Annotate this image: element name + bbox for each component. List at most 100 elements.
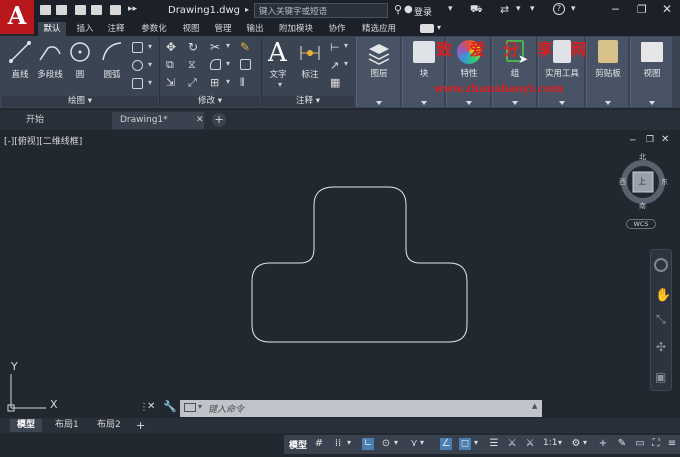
- command-expand-icon[interactable]: ▲: [532, 402, 537, 410]
- zoom-extents-icon[interactable]: ⤡: [656, 312, 666, 327]
- explode-icon[interactable]: [240, 59, 251, 70]
- a360-icon[interactable]: ⇄: [500, 3, 509, 16]
- tab-parametric[interactable]: 参数化: [135, 22, 173, 36]
- viewcube-south[interactable]: 南: [639, 201, 646, 211]
- video-icon[interactable]: [420, 24, 434, 33]
- search-input[interactable]: 键入关键字或短语: [254, 3, 388, 18]
- user-icon[interactable]: ●: [404, 4, 413, 15]
- rotate-icon[interactable]: ↻: [188, 40, 198, 54]
- command-history-icon[interactable]: [184, 403, 196, 412]
- gradient-icon[interactable]: [132, 78, 143, 89]
- customize-menu-icon[interactable]: ≡: [666, 438, 678, 450]
- add-layout-button[interactable]: +: [136, 419, 145, 432]
- text-dropdown-icon[interactable]: ▾: [278, 80, 282, 89]
- fillet-icon[interactable]: [210, 59, 221, 70]
- more-icon[interactable]: ▸▸: [128, 4, 137, 14]
- scale-dropdown-icon[interactable]: ▾: [558, 438, 562, 447]
- clipboard-button[interactable]: 剪贴板: [586, 37, 628, 107]
- viewcube-west[interactable]: 西: [619, 177, 626, 187]
- line-tool-icon[interactable]: [8, 40, 32, 64]
- grid-icon[interactable]: #: [313, 438, 325, 450]
- offset-icon[interactable]: ⫴: [240, 76, 245, 90]
- circle-tool-icon[interactable]: [68, 40, 92, 64]
- mirror-icon[interactable]: ⧖: [188, 58, 196, 72]
- help-dropdown-icon[interactable]: ▾: [571, 4, 576, 14]
- tab-start[interactable]: 开始: [18, 112, 110, 129]
- viewcube-east[interactable]: 东: [661, 177, 668, 187]
- clean-screen-icon[interactable]: ⛶: [650, 438, 662, 450]
- linear-dim-dropdown-icon[interactable]: ▾: [344, 41, 348, 50]
- save-icon[interactable]: [75, 5, 86, 15]
- object-snap-dropdown-icon[interactable]: ▾: [474, 438, 478, 447]
- help-icon[interactable]: ?: [553, 3, 565, 15]
- tab-model[interactable]: 模型: [10, 419, 43, 432]
- tab-close-icon[interactable]: ✕: [196, 112, 204, 129]
- hardware-acceleration-icon[interactable]: ▭: [634, 438, 646, 450]
- tab-layout2[interactable]: 布局2: [90, 419, 128, 432]
- tab-addins[interactable]: 附加模块: [274, 22, 318, 36]
- leader-icon[interactable]: ↗: [330, 59, 339, 72]
- object-snap-icon[interactable]: ◻: [459, 438, 471, 450]
- erase-icon[interactable]: ✎: [240, 40, 250, 54]
- text-tool-icon[interactable]: A: [268, 38, 287, 68]
- hatch-dropdown-icon[interactable]: ▾: [148, 60, 152, 69]
- workspace-dropdown-icon[interactable]: ▾: [583, 438, 587, 447]
- steering-wheel-icon[interactable]: [654, 258, 668, 272]
- tab-featured-apps[interactable]: 精选应用: [356, 22, 402, 36]
- dropdown-icon-2[interactable]: ▾: [530, 4, 535, 14]
- dimension-tool-icon[interactable]: [298, 42, 322, 64]
- lineweight-icon[interactable]: ☰: [488, 438, 500, 450]
- orbit-icon[interactable]: ✣: [656, 340, 666, 354]
- command-history-dropdown-icon[interactable]: ▾: [198, 402, 202, 411]
- restore-icon[interactable]: ❐: [637, 3, 647, 16]
- rectangle-dropdown-icon[interactable]: ▾: [148, 42, 152, 51]
- viewcube-north[interactable]: 北: [639, 152, 646, 162]
- annotation-scale[interactable]: 1:1: [543, 438, 557, 448]
- array-dropdown-icon[interactable]: ▾: [226, 77, 230, 86]
- tab-default[interactable]: 默认: [38, 22, 66, 36]
- rectangle-icon[interactable]: [132, 42, 143, 53]
- move-icon[interactable]: ✥: [166, 40, 176, 54]
- draw-panel-title[interactable]: 绘图 ▾: [2, 96, 158, 107]
- snap-icon[interactable]: ⁞⁞: [332, 438, 344, 450]
- command-input[interactable]: 键入命令: [180, 400, 542, 417]
- login-dropdown-icon[interactable]: ▾: [448, 4, 453, 14]
- fillet-dropdown-icon[interactable]: ▾: [226, 59, 230, 68]
- polar-icon[interactable]: ⊙: [380, 438, 392, 450]
- new-tab-button[interactable]: +: [212, 113, 226, 127]
- workspace-gear-icon[interactable]: ⚙: [570, 438, 582, 450]
- circle-tool-label[interactable]: 圆: [70, 68, 90, 80]
- polyline-tool-label[interactable]: 多段线: [34, 68, 66, 80]
- print-icon[interactable]: [110, 5, 121, 15]
- stretch-icon[interactable]: ⇲: [166, 76, 175, 89]
- copy-icon[interactable]: ⧉: [166, 58, 174, 72]
- array-icon[interactable]: ⊞: [210, 76, 219, 89]
- tab-annotate[interactable]: 注释: [103, 22, 129, 36]
- tab-view[interactable]: 视图: [178, 22, 204, 36]
- pan-icon[interactable]: ✋: [655, 288, 671, 303]
- ortho-icon[interactable]: ∟: [362, 438, 374, 450]
- binoculars-icon[interactable]: ⚲: [394, 3, 402, 16]
- isodraft-dropdown-icon[interactable]: ▾: [420, 438, 424, 447]
- isodraft-icon[interactable]: ⋎: [408, 438, 420, 450]
- gradient-dropdown-icon[interactable]: ▾: [148, 78, 152, 87]
- view-button[interactable]: 视图: [630, 37, 672, 107]
- model-space-toggle[interactable]: 模型: [289, 438, 307, 451]
- minimize-icon[interactable]: ─: [612, 3, 619, 16]
- new-file-icon[interactable]: [40, 5, 51, 15]
- app-menu-button[interactable]: A: [0, 0, 34, 34]
- hatch-icon[interactable]: [132, 60, 143, 71]
- tab-output[interactable]: 输出: [242, 22, 268, 36]
- layers-button[interactable]: 图层: [356, 37, 400, 107]
- command-close-icon[interactable]: ✕: [147, 401, 155, 412]
- isolate-objects-icon[interactable]: ✎: [616, 438, 628, 450]
- t-shape-outline[interactable]: [251, 186, 468, 343]
- trim-icon[interactable]: ✂: [210, 40, 220, 54]
- auto-scale-icon[interactable]: ⚔: [524, 438, 536, 450]
- modify-panel-title[interactable]: 修改 ▾: [160, 96, 260, 107]
- save-as-icon[interactable]: [91, 5, 102, 15]
- wcs-menu[interactable]: WCS: [626, 219, 656, 229]
- cart-icon[interactable]: ⛟: [470, 4, 483, 17]
- polar-dropdown-icon[interactable]: ▾: [394, 438, 398, 447]
- text-tool-label[interactable]: 文字: [266, 68, 290, 80]
